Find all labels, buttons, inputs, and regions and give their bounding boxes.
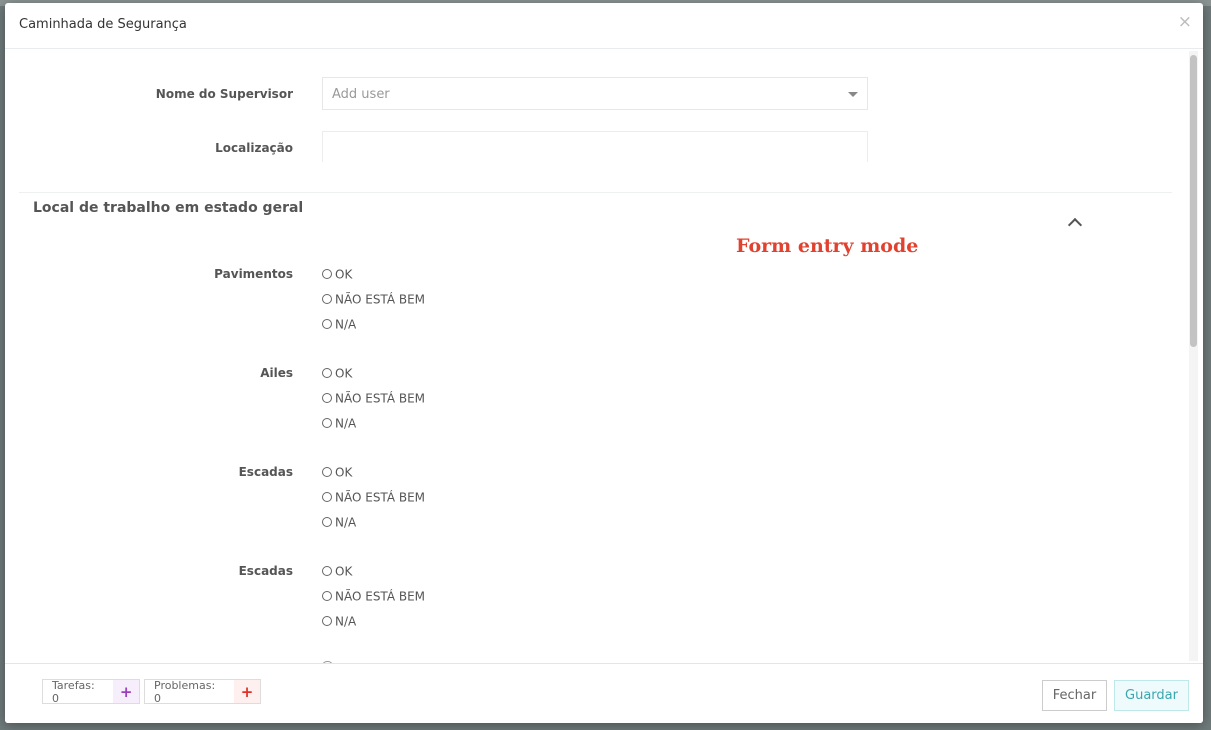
radio-option[interactable]: OK xyxy=(322,465,352,480)
radio-icon xyxy=(322,319,332,329)
radio-icon xyxy=(322,492,332,502)
modal-footer: Tarefas: 0 + Problemas: 0 + Fechar Guard… xyxy=(5,663,1203,723)
problems-label: Problemas: 0 xyxy=(154,678,216,705)
group-label-escadas: Escadas xyxy=(238,465,293,479)
chevron-up-icon[interactable] xyxy=(1067,217,1083,233)
safety-walk-modal: Caminhada de Segurança × Nome do Supervi… xyxy=(5,3,1203,723)
radio-icon xyxy=(322,294,332,304)
supervisor-label: Nome do Supervisor xyxy=(155,87,293,101)
group-label-pavimentos: Pavimentos xyxy=(214,267,293,281)
radio-icon xyxy=(322,566,332,576)
scrollbar-thumb[interactable] xyxy=(1190,55,1197,347)
radio-option[interactable]: N/A xyxy=(322,515,356,530)
radio-icon xyxy=(322,616,332,626)
radio-icon xyxy=(322,517,332,527)
tasks-label: Tarefas: 0 xyxy=(52,678,95,705)
form-mode-note: Form entry mode xyxy=(736,235,919,257)
radio-option[interactable]: N/A xyxy=(322,614,356,629)
radio-option[interactable]: N/A xyxy=(322,317,356,332)
modal-header: Caminhada de Segurança × xyxy=(5,3,1203,49)
radio-option[interactable]: NÃO ESTÁ BEM xyxy=(322,292,425,307)
radio-icon xyxy=(322,591,332,601)
radio-icon xyxy=(322,393,332,403)
supervisor-select[interactable]: Add user xyxy=(322,77,868,110)
group-label-ailes: Ailes xyxy=(260,366,293,380)
radio-option[interactable]: N/A xyxy=(322,416,356,431)
group-label-escadas: Escadas xyxy=(238,564,293,578)
radio-icon xyxy=(322,368,332,378)
radio-icon xyxy=(322,269,332,279)
tasks-counter: Tarefas: 0 + xyxy=(42,678,140,705)
radio-option[interactable]: NÃO ESTÁ BEM xyxy=(322,391,425,406)
chevron-down-icon xyxy=(848,92,858,97)
section-divider xyxy=(19,192,1172,193)
close-icon[interactable]: × xyxy=(1178,14,1192,31)
radio-icon xyxy=(322,467,332,477)
modal-title: Caminhada de Segurança xyxy=(19,17,187,32)
section-title: Local de trabalho em estado geral xyxy=(33,200,304,216)
radio-option[interactable]: OK xyxy=(322,267,352,282)
location-input[interactable] xyxy=(322,131,868,162)
radio-option[interactable]: OK xyxy=(322,564,352,579)
radio-option[interactable]: NÃO ESTÁ BEM xyxy=(322,589,425,604)
add-task-button[interactable]: + xyxy=(113,680,139,703)
close-button[interactable]: Fechar xyxy=(1042,680,1107,711)
radio-option[interactable]: NÃO ESTÁ BEM xyxy=(322,490,425,505)
location-label: Localização xyxy=(215,141,293,155)
add-problem-button[interactable]: + xyxy=(234,680,260,703)
save-button[interactable]: Guardar xyxy=(1114,680,1189,711)
problems-counter: Problemas: 0 + xyxy=(144,678,261,705)
radio-icon xyxy=(322,418,332,428)
supervisor-placeholder: Add user xyxy=(332,87,390,102)
modal-body: Nome do Supervisor Add user Localização … xyxy=(5,49,1203,663)
radio-option[interactable]: OK xyxy=(322,366,352,381)
